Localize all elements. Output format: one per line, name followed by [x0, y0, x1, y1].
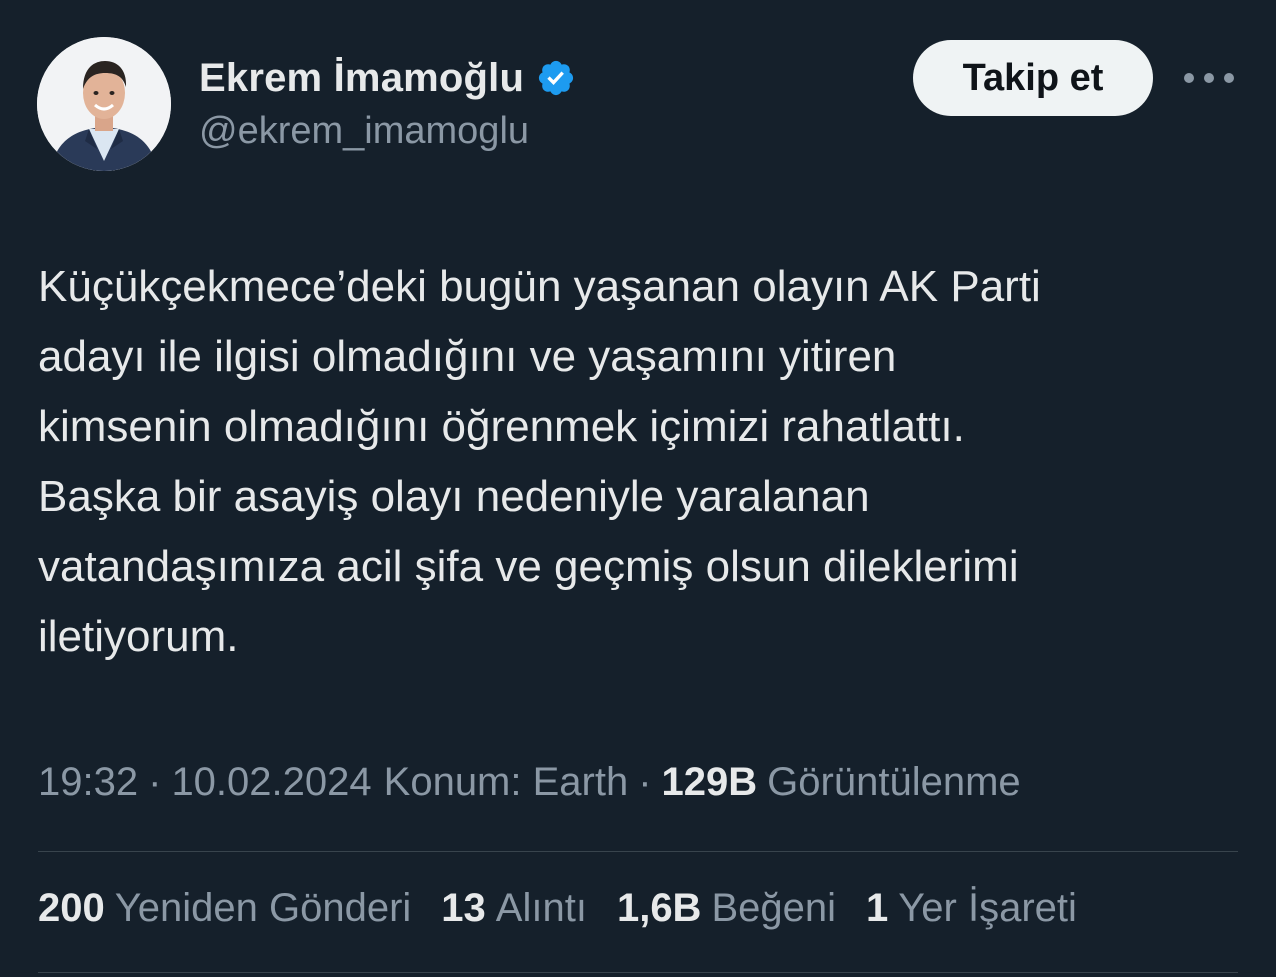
stat-label: Yeniden Gönderi [114, 886, 412, 930]
author-handle[interactable]: @ekrem_imamoglu [199, 110, 529, 153]
stat-reposts[interactable]: 200 Yeniden Gönderi [38, 886, 411, 931]
stat-label: Alıntı [495, 886, 587, 930]
more-dot [1224, 73, 1234, 83]
tweet-text-line: iletiyorum. [38, 612, 239, 661]
stat-likes[interactable]: 1,6B Beğeni [617, 886, 836, 931]
avatar[interactable] [37, 37, 171, 171]
stat-count: 1 [866, 886, 889, 930]
meta-separator: · [638, 760, 652, 804]
stat-count: 200 [38, 886, 105, 930]
more-dot [1204, 73, 1214, 83]
views-label: Görüntülenme [767, 760, 1021, 804]
tweet-text-line: Başka bir asayiş olayı nedeniyle yaralan… [38, 472, 870, 521]
tweet-date[interactable]: 10.02.2024 [171, 760, 371, 805]
tweet-meta: 19:32 · 10.02.2024 Konum: Earth · 129B G… [38, 760, 1021, 805]
avatar-photo [37, 37, 171, 171]
stat-bookmarks[interactable]: 1 Yer İşareti [866, 886, 1077, 931]
tweet-text-line: vatandaşımıza acil şifa ve geçmiş olsun … [38, 542, 1019, 591]
more-horizontal-icon[interactable] [1184, 60, 1234, 96]
stat-quotes[interactable]: 13 Alıntı [441, 886, 587, 931]
tweet-text-line: Küçükçekmece’deki bugün yaşanan olayın A… [38, 262, 1041, 311]
follow-button[interactable]: Takip et [913, 40, 1153, 116]
tweet-text: Küçükçekmece’deki bugün yaşanan olayın A… [38, 252, 1248, 672]
stat-label: Yer İşareti [898, 886, 1077, 930]
more-dot [1184, 73, 1194, 83]
author-name-row: Ekrem İmamoğlu [199, 54, 576, 102]
engagement-stats: 200 Yeniden Gönderi 13 Alıntı 1,6B Beğen… [38, 886, 1077, 931]
author-display-name[interactable]: Ekrem İmamoğlu [199, 56, 524, 101]
tweet-time[interactable]: 19:32 [38, 760, 138, 805]
stat-count: 1,6B [616, 886, 702, 930]
stat-count: 13 [441, 886, 486, 930]
verified-badge-icon [536, 58, 576, 98]
tweet-text-line: kimsenin olmadığını öğrenmek içimizi rah… [38, 402, 965, 451]
tweet-text-line: adayı ile ilgisi olmadığını ve yaşamını … [38, 332, 897, 381]
stat-label: Beğeni [711, 886, 837, 930]
meta-separator: · [148, 760, 162, 804]
views-count: 129B [661, 760, 758, 804]
tweet-location: Konum: Earth [383, 760, 629, 804]
divider [38, 972, 1238, 973]
tweet-page: Ekrem İmamoğlu @ekrem_imamoglu Takip et … [0, 0, 1276, 977]
divider [38, 851, 1238, 852]
